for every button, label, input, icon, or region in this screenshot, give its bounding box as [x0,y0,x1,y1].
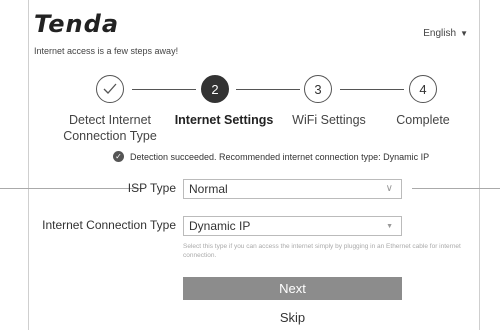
isp-type-label: ISP Type [127,181,176,195]
step-1-label: Detect Internet Connection Type [63,113,157,143]
step-3-label: WiFi Settings [292,113,366,127]
success-check-icon: ✓ [113,151,124,162]
next-button[interactable]: Next [183,277,402,300]
step-1-done-marker [96,75,124,103]
step-2-label: Internet Settings [174,113,274,127]
step-2-marker: 2 [201,75,229,103]
step-4-label: Complete [396,113,450,127]
connection-type-value: Dynamic IP [189,219,251,233]
language-selector[interactable]: English ▼ [423,28,468,39]
step-connector [340,89,404,90]
step-connector [132,89,196,90]
isp-type-select[interactable]: Normal ∨ [183,179,402,199]
step-3-marker: 3 [304,75,332,103]
detection-status: ✓ Detection succeeded. Recommended inter… [113,151,429,162]
check-icon [103,83,117,94]
connection-type-hint: Select this type if you can access the i… [183,243,461,259]
isp-type-value: Normal [189,182,228,196]
divider [412,188,500,189]
caret-down-icon: ▼ [386,223,393,230]
connection-type-select[interactable]: Dynamic IP ▼ [183,216,402,236]
skip-link[interactable]: Skip [183,310,402,325]
detection-status-text: Detection succeeded. Recommended interne… [130,151,430,162]
language-label: English [423,28,457,39]
brand-logo: Tenda [34,10,120,38]
step-4-marker: 4 [409,75,437,103]
tagline: Internet access is a few steps away! [34,46,179,56]
step-connector [236,89,300,90]
caret-down-icon: ▼ [460,29,468,38]
chevron-down-icon: ∨ [385,183,393,194]
connection-type-label: Internet Connection Type [42,218,176,232]
